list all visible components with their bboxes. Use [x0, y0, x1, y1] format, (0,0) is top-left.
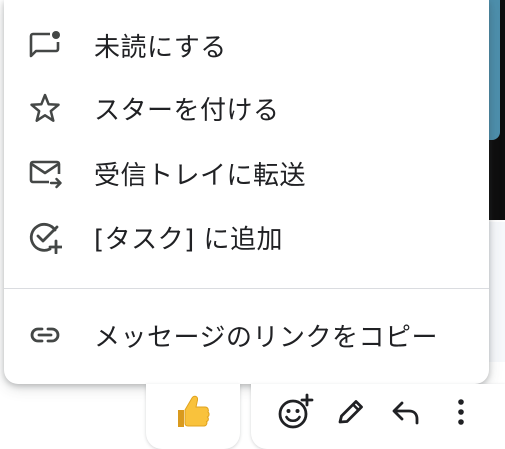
- more-options-button[interactable]: [441, 394, 481, 434]
- edit-button[interactable]: [331, 394, 371, 434]
- menu-item-label: メッセージのリンクをコピー: [94, 322, 438, 353]
- menu-item-label: 受信トレイに転送: [94, 160, 307, 191]
- menu-item-add-task[interactable]: [タスク] に追加: [4, 207, 489, 267]
- menu-item-mark-unread[interactable]: 未読にする: [4, 15, 489, 75]
- reply-button[interactable]: [386, 394, 426, 434]
- add-reaction-icon: [276, 393, 314, 435]
- star-icon: [28, 91, 62, 125]
- menu-item-label: [タスク] に追加: [94, 224, 284, 255]
- background-card-fragment: [488, 0, 500, 140]
- link-icon: [28, 318, 62, 352]
- menu-item-label: スターを付ける: [94, 95, 280, 126]
- menu-divider: [4, 288, 489, 289]
- menu-item-label: 未読にする: [94, 32, 227, 63]
- message-context-menu: 未読にする スターを付ける 受信トレイに転送 [タスク] に追加 メッセージのリ…: [4, 0, 489, 384]
- message-action-toolbar: [251, 384, 505, 449]
- reaction-chip[interactable]: [146, 384, 240, 449]
- thumbs-up-reaction[interactable]: [170, 392, 214, 436]
- menu-item-copy-link[interactable]: メッセージのリンクをコピー: [4, 305, 489, 365]
- more-vert-icon: [444, 395, 478, 433]
- menu-item-forward-to-inbox[interactable]: 受信トレイに転送: [4, 143, 489, 203]
- background-panel-fragment: [488, 222, 505, 362]
- forward-to-inbox-icon: [28, 156, 62, 190]
- add-task-icon: [28, 220, 62, 254]
- edit-icon: [334, 395, 368, 433]
- mark-unread-icon: [28, 28, 62, 62]
- menu-item-star[interactable]: スターを付ける: [4, 78, 489, 138]
- reply-icon: [389, 395, 423, 433]
- add-reaction-button[interactable]: [275, 393, 315, 435]
- thumbs-up-icon: [172, 392, 212, 437]
